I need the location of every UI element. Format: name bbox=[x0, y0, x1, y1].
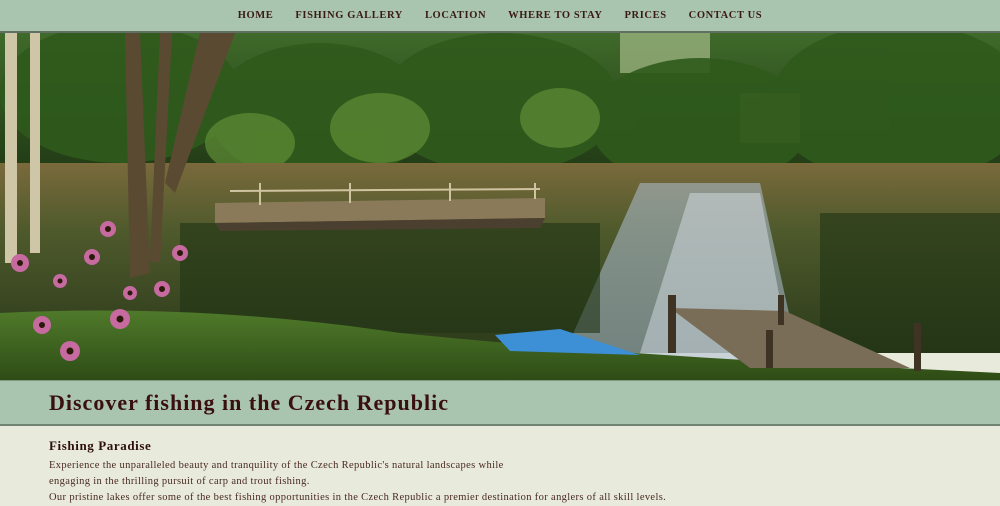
hero-lake-image bbox=[0, 33, 1000, 380]
nav-fishing-gallery-link[interactable]: FISHING GALLERY bbox=[295, 10, 403, 21]
nav-prices-link[interactable]: PRICES bbox=[625, 10, 667, 21]
nav-where-to-stay-link[interactable]: WHERE TO STAY bbox=[508, 10, 602, 21]
nav-contact-us-link[interactable]: CONTACT US bbox=[689, 10, 763, 21]
section-heading: Fishing Paradise bbox=[49, 438, 152, 453]
intro-line-1: Experience the unparalleled beauty and t… bbox=[49, 460, 504, 471]
page-title: Discover fishing in the Czech Republic bbox=[49, 390, 449, 415]
intro-line-3: Our pristine lakes offer some of the bes… bbox=[49, 492, 667, 503]
nav-home-link[interactable]: HOME bbox=[238, 10, 274, 21]
intro-section: Fishing Paradise Experience the unparall… bbox=[49, 438, 949, 506]
nav-location-link[interactable]: LOCATION bbox=[425, 10, 486, 21]
intro-line-2: engaging in the thrilling pursuit of car… bbox=[49, 476, 310, 487]
top-navigation: HOME FISHING GALLERY LOCATION WHERE TO S… bbox=[0, 0, 1000, 33]
page-title-bar: Discover fishing in the Czech Republic bbox=[0, 380, 1000, 426]
